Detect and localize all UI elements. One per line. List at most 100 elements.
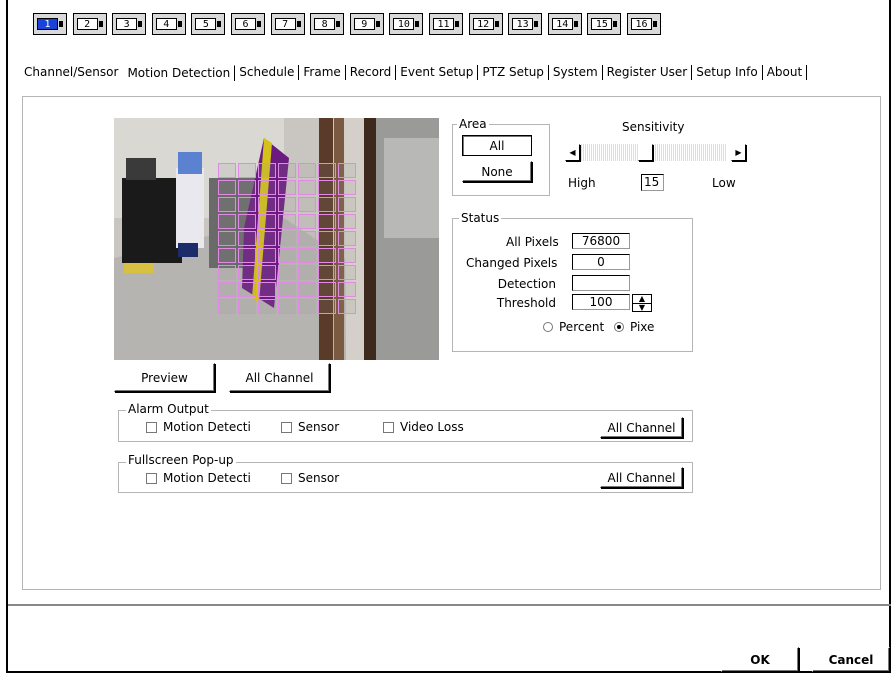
pixel-radio[interactable]: Pixe <box>614 320 654 334</box>
motion-grid-cell[interactable] <box>258 299 276 314</box>
tab-motion-detection[interactable]: Motion Detection <box>122 65 236 81</box>
motion-grid-cell[interactable] <box>338 231 356 246</box>
alarm-sensor-checkbox[interactable]: Sensor <box>281 420 339 434</box>
motion-grid-cell[interactable] <box>298 180 316 195</box>
motion-grid-cell[interactable] <box>258 231 276 246</box>
motion-grid-cell[interactable] <box>218 282 236 297</box>
tab-channel-sensor[interactable]: Channel/Sensor <box>20 65 122 80</box>
camera-11-button[interactable]: 11 <box>429 13 463 35</box>
tab-frame[interactable]: Frame <box>299 65 346 80</box>
motion-grid-cell[interactable] <box>238 282 256 297</box>
all-channel-button[interactable]: All Channel <box>229 363 330 392</box>
slider-left-button[interactable]: ◀ <box>565 144 580 161</box>
motion-grid-cell[interactable] <box>238 180 256 195</box>
tab-setup-info[interactable]: Setup Info <box>692 65 763 80</box>
tab-register-user[interactable]: Register User <box>603 65 693 80</box>
popup-all-channel-button[interactable]: All Channel <box>600 467 683 488</box>
motion-grid-cell[interactable] <box>318 282 336 297</box>
motion-grid-cell[interactable] <box>278 214 296 229</box>
motion-grid-cell[interactable] <box>218 231 236 246</box>
motion-grid-cell[interactable] <box>218 299 236 314</box>
motion-grid-cell[interactable] <box>338 282 356 297</box>
motion-grid-cell[interactable] <box>298 299 316 314</box>
camera-14-button[interactable]: 14 <box>547 13 582 35</box>
popup-motion-checkbox[interactable]: Motion Detecti <box>146 471 251 485</box>
motion-grid-cell[interactable] <box>298 265 316 280</box>
sensitivity-slider-thumb[interactable] <box>638 144 653 161</box>
camera-8-button[interactable]: 8 <box>310 13 345 35</box>
tab-ptz-setup[interactable]: PTZ Setup <box>478 65 549 80</box>
motion-grid-cell[interactable] <box>298 231 316 246</box>
motion-grid-cell[interactable] <box>318 197 336 212</box>
motion-grid-cell[interactable] <box>218 248 236 263</box>
motion-grid-cell[interactable] <box>298 248 316 263</box>
motion-grid-cell[interactable] <box>338 265 356 280</box>
motion-grid-cell[interactable] <box>258 282 276 297</box>
camera-7-button[interactable]: 7 <box>270 13 305 35</box>
motion-grid-cell[interactable] <box>318 265 336 280</box>
popup-sensor-checkbox[interactable]: Sensor <box>281 471 339 485</box>
alarm-all-channel-button[interactable]: All Channel <box>600 417 683 438</box>
alarm-video-loss-checkbox[interactable]: Video Loss <box>383 420 464 434</box>
motion-grid-cell[interactable] <box>258 214 276 229</box>
motion-grid-cell[interactable] <box>278 299 296 314</box>
tab-about[interactable]: About <box>763 65 808 80</box>
tab-record[interactable]: Record <box>346 65 397 80</box>
motion-grid-cell[interactable] <box>218 180 236 195</box>
motion-grid-cell[interactable] <box>318 248 336 263</box>
sensitivity-slider-track[interactable] <box>580 144 726 161</box>
motion-grid-cell[interactable] <box>258 248 276 263</box>
motion-grid-cell[interactable] <box>238 197 256 212</box>
camera-3-button[interactable]: 3 <box>112 13 147 35</box>
motion-grid-cell[interactable] <box>338 214 356 229</box>
motion-grid-cell[interactable] <box>218 214 236 229</box>
cancel-button[interactable]: Cancel <box>812 647 890 672</box>
motion-grid-cell[interactable] <box>318 214 336 229</box>
motion-grid-cell[interactable] <box>278 265 296 280</box>
motion-grid-cell[interactable] <box>298 163 316 178</box>
motion-grid-cell[interactable] <box>278 197 296 212</box>
camera-6-button[interactable]: 6 <box>231 13 265 35</box>
spin-down-icon[interactable]: ▼ <box>633 304 651 312</box>
motion-grid-cell[interactable] <box>218 265 236 280</box>
motion-detection-grid[interactable] <box>218 163 356 314</box>
threshold-spinner[interactable]: ▲ ▼ <box>632 294 652 312</box>
motion-grid-cell[interactable] <box>278 231 296 246</box>
camera-9-button[interactable]: 9 <box>349 13 384 35</box>
area-none-button[interactable]: None <box>462 161 532 182</box>
motion-grid-cell[interactable] <box>338 197 356 212</box>
slider-right-button[interactable]: ▶ <box>731 144 746 161</box>
camera-2-button[interactable]: 2 <box>72 13 107 35</box>
motion-grid-cell[interactable] <box>278 282 296 297</box>
area-all-button[interactable]: All <box>462 135 532 156</box>
motion-grid-cell[interactable] <box>278 180 296 195</box>
tab-schedule[interactable]: Schedule <box>235 65 300 80</box>
motion-grid-cell[interactable] <box>338 299 356 314</box>
motion-grid-cell[interactable] <box>338 248 356 263</box>
camera-10-button[interactable]: 10 <box>389 13 424 35</box>
motion-grid-cell[interactable] <box>218 163 236 178</box>
motion-grid-cell[interactable] <box>318 299 336 314</box>
tab-system[interactable]: System <box>549 65 603 80</box>
camera-12-button[interactable]: 12 <box>468 13 503 35</box>
motion-grid-cell[interactable] <box>238 214 256 229</box>
ok-button[interactable]: OK <box>721 647 799 672</box>
motion-grid-cell[interactable] <box>258 163 276 178</box>
camera-15-button[interactable]: 15 <box>587 13 622 35</box>
alarm-motion-checkbox[interactable]: Motion Detecti <box>146 420 251 434</box>
motion-grid-cell[interactable] <box>258 197 276 212</box>
motion-grid-cell[interactable] <box>218 197 236 212</box>
threshold-input[interactable]: 100 <box>572 294 630 310</box>
motion-grid-cell[interactable] <box>258 265 276 280</box>
camera-1-button[interactable]: 1 <box>33 13 67 35</box>
motion-grid-cell[interactable] <box>238 299 256 314</box>
camera-4-button[interactable]: 4 <box>151 13 186 35</box>
motion-grid-cell[interactable] <box>298 282 316 297</box>
motion-grid-cell[interactable] <box>238 231 256 246</box>
motion-grid-cell[interactable] <box>298 214 316 229</box>
motion-grid-cell[interactable] <box>258 180 276 195</box>
motion-grid-cell[interactable] <box>338 163 356 178</box>
motion-grid-cell[interactable] <box>338 180 356 195</box>
motion-grid-cell[interactable] <box>278 248 296 263</box>
motion-grid-cell[interactable] <box>238 163 256 178</box>
